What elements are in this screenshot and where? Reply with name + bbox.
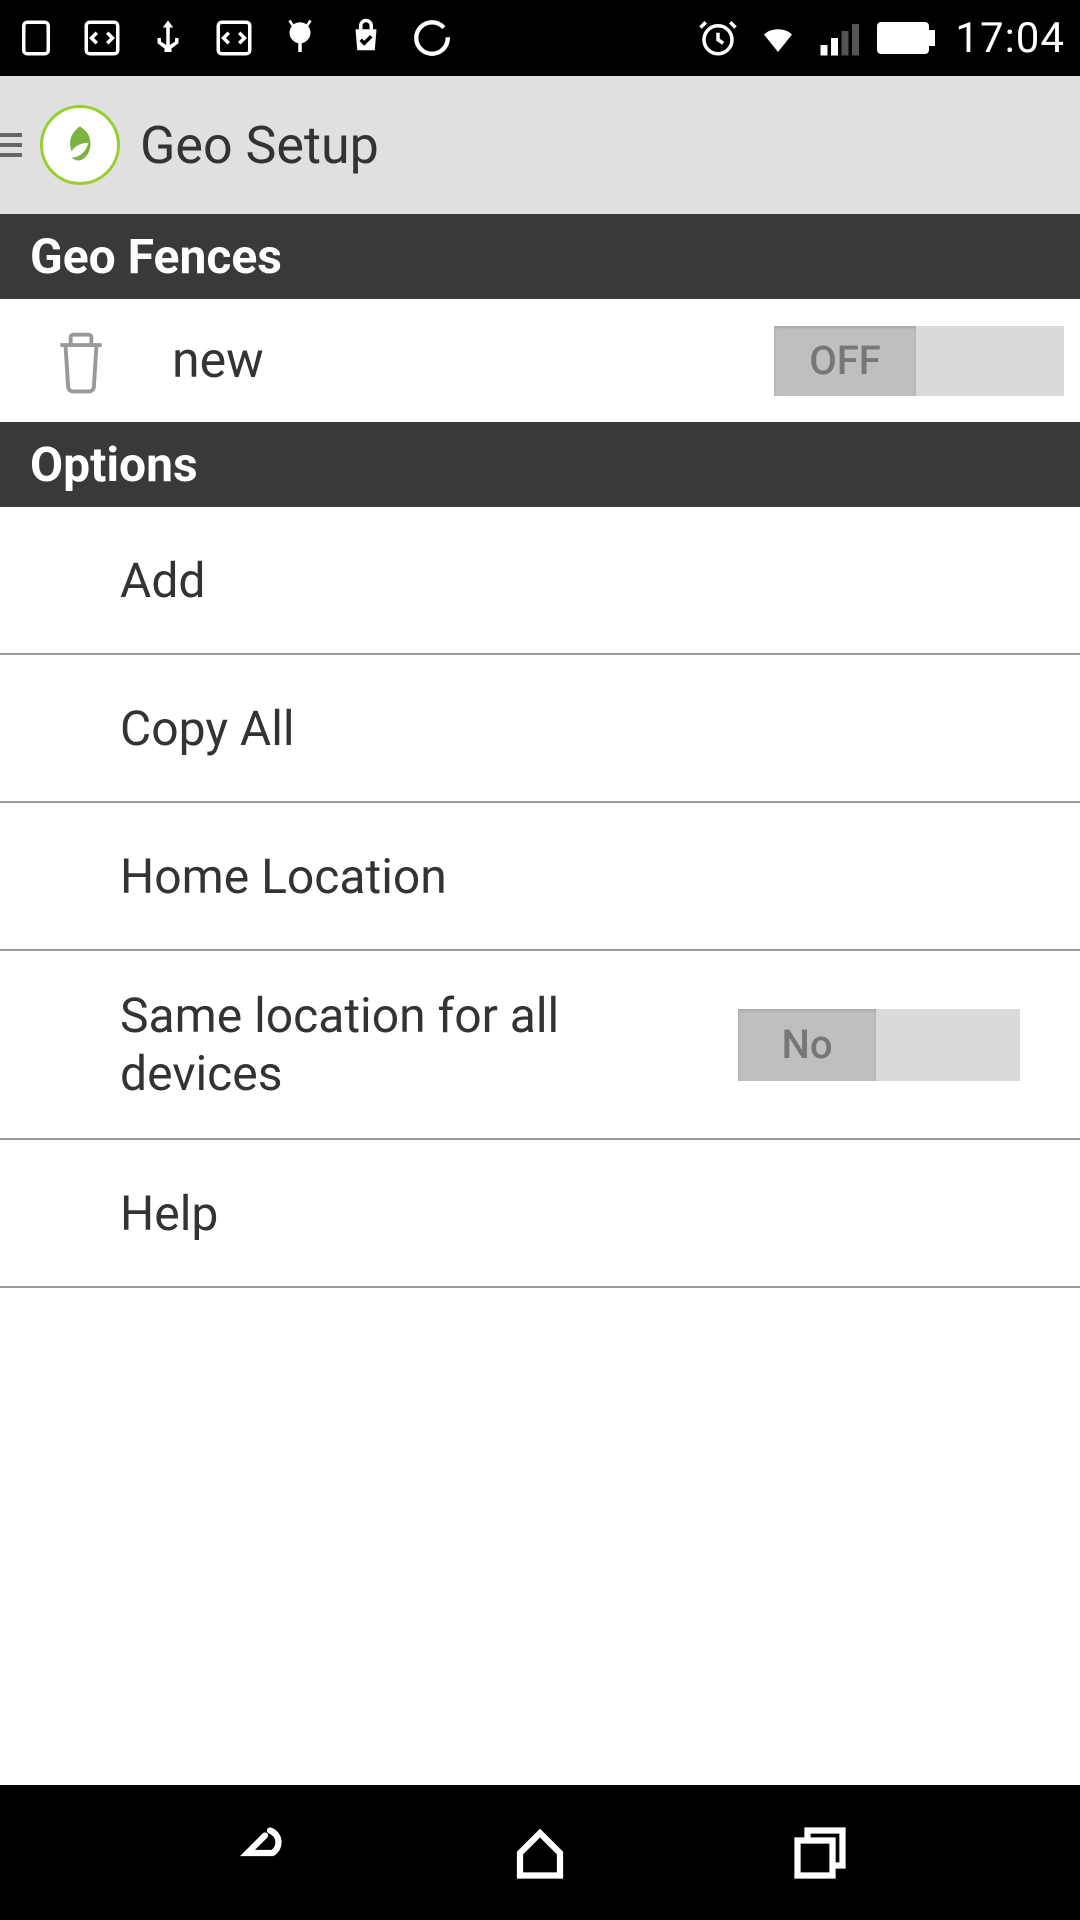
nav-bar [0,1785,1080,1920]
battery-icon [877,17,937,59]
same-location-toggle[interactable]: No [738,1009,1020,1081]
option-label: Help [120,1185,218,1242]
alarm-icon [697,17,739,59]
option-copy-all[interactable]: Copy All [0,655,1080,803]
bag-check-icon [345,17,387,59]
geofence-name: new [172,332,774,390]
wifi-icon [757,17,799,59]
toggle-state: OFF [774,326,916,396]
dev2-icon [213,17,255,59]
option-label: Add [120,552,205,609]
page-title: Geo Setup [140,115,379,176]
home-button[interactable] [510,1823,570,1883]
back-button[interactable] [230,1823,290,1883]
status-left-icons [15,17,453,59]
dev-icon [81,17,123,59]
notification-icon [15,17,57,59]
signal-icon [817,17,859,59]
trash-icon[interactable] [50,323,112,398]
option-help[interactable]: Help [0,1140,1080,1288]
android-icon [279,17,321,59]
status-bar: 17:04 [0,0,1080,76]
option-add[interactable]: Add [0,507,1080,655]
option-same-location[interactable]: Same location for all devices No [0,951,1080,1140]
menu-icon[interactable] [0,130,30,160]
usb-icon [147,17,189,59]
sync-icon [411,17,453,59]
geofences-section-header: Geo Fences [0,214,1080,299]
clock-time: 17:04 [955,14,1065,63]
geofence-toggle[interactable]: OFF [774,326,1064,396]
status-right-icons: 17:04 [697,14,1065,63]
options-section-header: Options [0,422,1080,507]
app-logo-icon[interactable] [40,105,120,185]
recent-apps-button[interactable] [790,1823,850,1883]
option-label: Home Location [120,848,447,905]
option-label: Same location for all devices [120,987,738,1102]
option-label: Copy All [120,700,295,757]
app-header: Geo Setup [0,76,1080,214]
geofence-row[interactable]: new OFF [0,299,1080,422]
toggle-state: No [738,1009,876,1081]
option-home-location[interactable]: Home Location [0,803,1080,951]
